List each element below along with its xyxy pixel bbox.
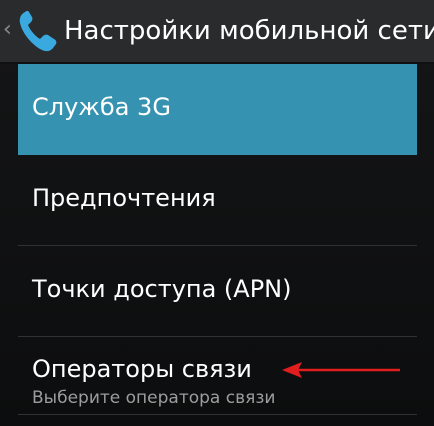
divider <box>18 414 417 415</box>
list-item-access-points[interactable]: Точки доступа (APN) <box>18 246 417 337</box>
list-item-label: Точки доступа (APN) <box>32 275 292 303</box>
list-item-3g-service[interactable]: Служба 3G <box>18 64 417 155</box>
list-item-label: Служба 3G <box>32 93 171 121</box>
red-arrow-annotation <box>282 362 400 378</box>
mobile-network-settings-screen: ‹ Настройки мобильной сети Служба 3G Пре… <box>0 0 434 426</box>
list-item-label: Операторы связи <box>32 355 252 383</box>
chevron-left-icon[interactable]: ‹ <box>3 18 12 42</box>
list-item-label: Предпочтения <box>32 184 216 212</box>
list-item-summary: Выберите оператора связи <box>32 388 276 408</box>
action-bar: ‹ Настройки мобильной сети <box>0 0 434 64</box>
list-item-preferences[interactable]: Предпочтения <box>18 155 417 246</box>
phone-icon[interactable] <box>16 8 60 54</box>
page-title: Настройки мобильной сети <box>64 16 434 46</box>
